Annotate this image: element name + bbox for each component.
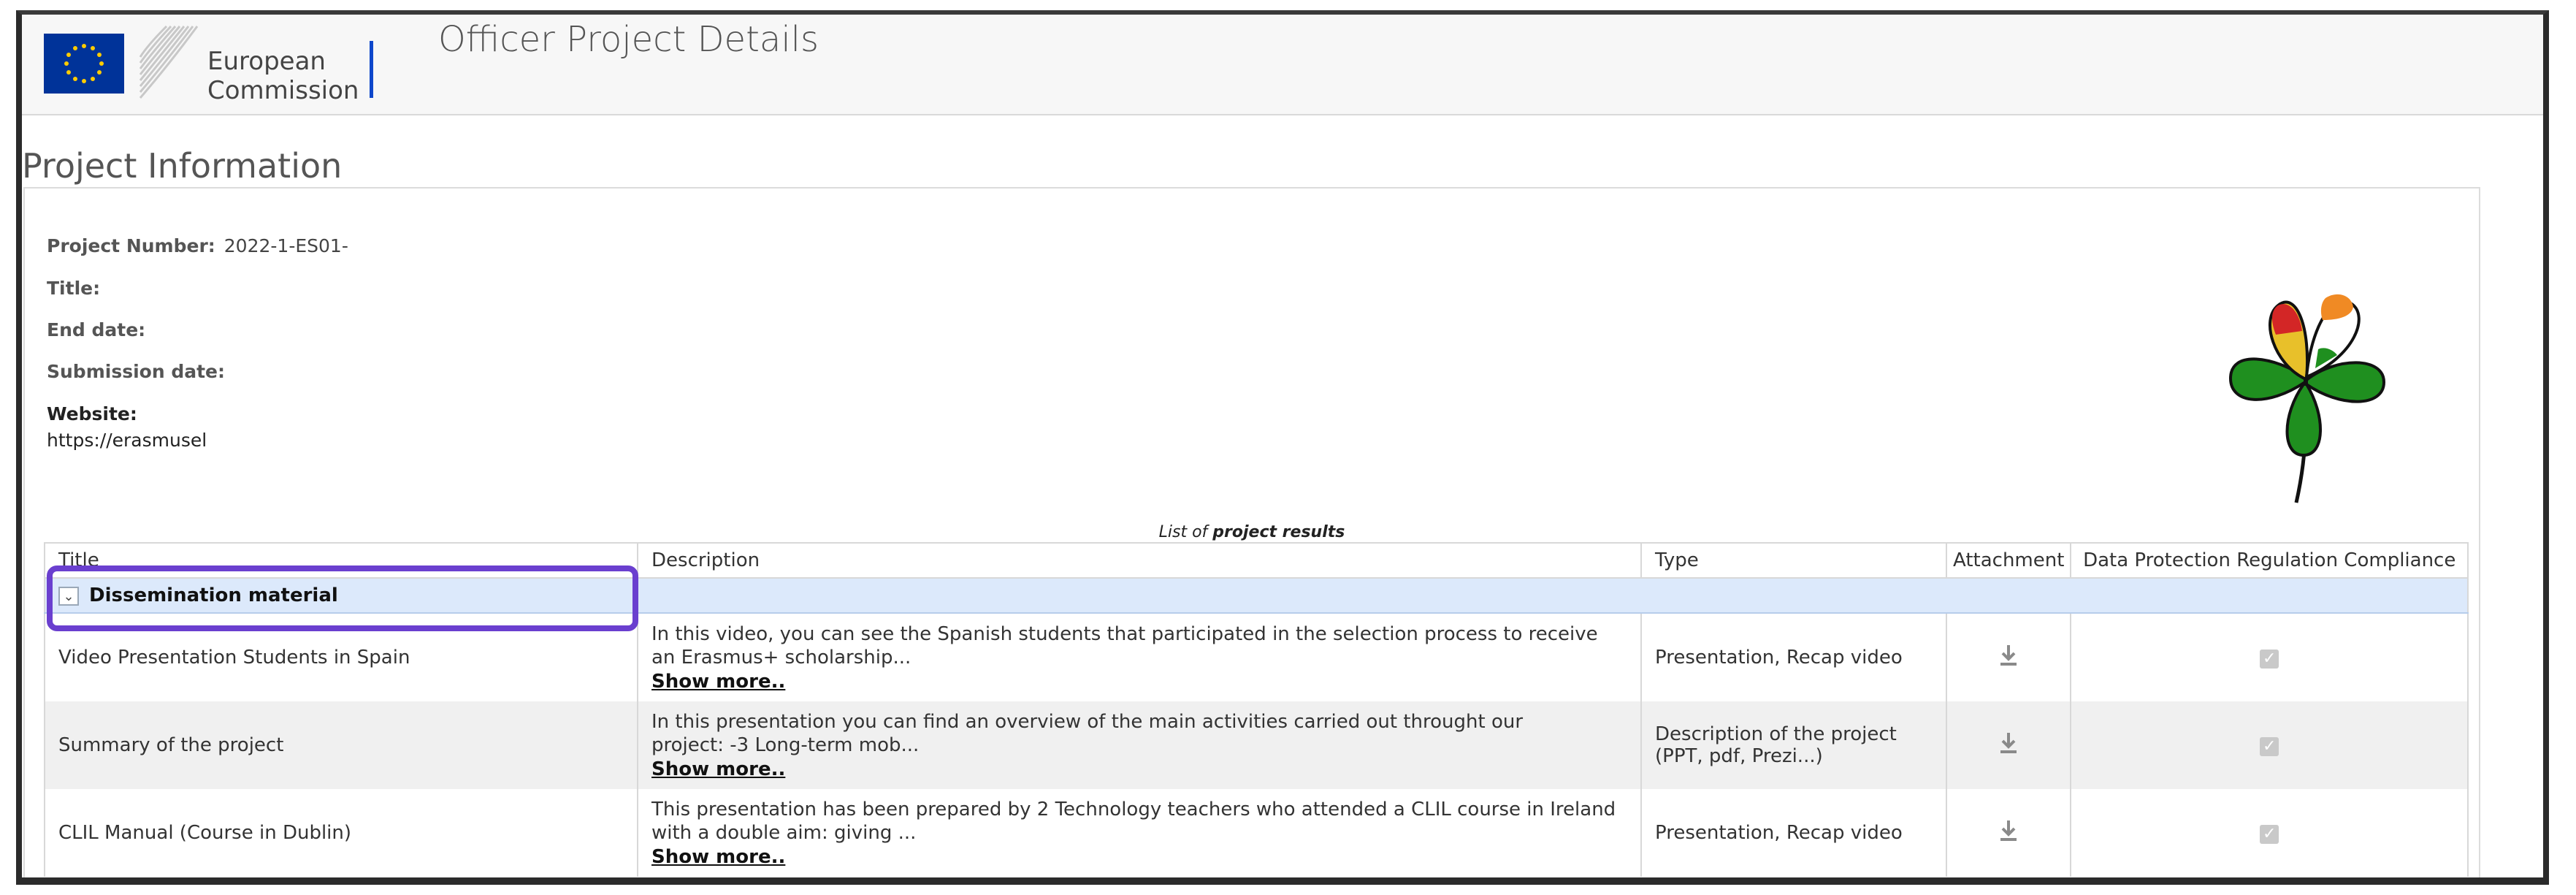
cell-title: Summary of the project [44, 701, 638, 789]
column-header-description[interactable]: Description [637, 542, 1642, 579]
show-more-link[interactable]: Show more.. [651, 758, 785, 780]
caption-bold: project results [1212, 523, 1345, 541]
checkbox-checked-icon: ✓ [2260, 825, 2279, 844]
cell-description: This presentation has been prepared by 2… [637, 789, 1642, 877]
browser-frame: European Commission Officer Project Deta… [16, 10, 2549, 885]
cell-description: In this video, you can see the Spanish s… [637, 613, 1642, 701]
logo-line-1: European [207, 47, 326, 76]
cell-compliance: ✓ [2070, 613, 2469, 701]
title-label: Title: [47, 278, 101, 299]
caption-prefix: List of [1158, 523, 1213, 541]
cell-compliance: ✓ [2070, 701, 2469, 789]
submission-date-row: Submission date: [47, 361, 225, 382]
cell-title: CLIL Manual (Course in Dublin) [44, 789, 638, 877]
site-header: European Commission Officer Project Deta… [22, 15, 2543, 115]
download-icon[interactable] [1998, 644, 2019, 667]
cell-title: Video Presentation Students in Spain [44, 613, 638, 701]
section-title: Project Information [22, 146, 343, 186]
column-header-type[interactable]: Type [1640, 542, 1947, 579]
cell-attachment [1945, 613, 2072, 701]
show-more-link[interactable]: Show more.. [651, 671, 785, 693]
cell-attachment [1945, 701, 2072, 789]
ec-logo-text: European Commission [207, 47, 359, 105]
eu-flag-icon [44, 34, 124, 94]
description-text: In this video, you can see the Spanish s… [651, 623, 1598, 669]
website-link[interactable]: https://erasmusel [47, 430, 207, 451]
results-table-caption: List of project results [25, 523, 2479, 541]
download-icon[interactable] [1998, 731, 2019, 755]
table-header-row: Title Description Type Attachment Data P… [44, 542, 2469, 579]
cell-type: Description of the project (PPT, pdf, Pr… [1640, 701, 1947, 789]
group-label: Dissemination material [89, 584, 338, 606]
cell-type: Presentation, Recap video [1640, 789, 1947, 877]
checkbox-checked-icon: ✓ [2260, 737, 2279, 756]
cell-description: In this presentation you can find an ove… [637, 701, 1642, 789]
download-icon[interactable] [1998, 819, 2019, 842]
page-title: Officer Project Details [438, 19, 819, 60]
description-text: In this presentation you can find an ove… [651, 711, 1589, 756]
website-label: Website: [47, 403, 137, 424]
commission-building-icon [139, 22, 199, 101]
cell-attachment [1945, 789, 2072, 877]
column-header-title[interactable]: Title [44, 542, 638, 579]
column-header-data-protection[interactable]: Data Protection Regulation Compliance [2070, 542, 2469, 579]
project-info-panel: Project Number: 2022-1-ES01- Title: End d… [23, 187, 2480, 877]
logo-divider [370, 41, 373, 98]
logo-line-2: Commission [207, 76, 359, 105]
group-row-dissemination[interactable]: ⌄ Dissemination material [44, 578, 2469, 614]
submission-date-label: Submission date: [47, 361, 225, 382]
table-row: Video Presentation Students in Spain In … [44, 613, 2469, 701]
title-row: Title: [47, 278, 100, 299]
checkbox-checked-icon: ✓ [2260, 650, 2279, 669]
end-date-row: End date: [47, 319, 145, 340]
column-header-attachment[interactable]: Attachment [1945, 542, 2072, 579]
group-cell[interactable]: ⌄ Dissemination material [44, 578, 2469, 614]
table-row: CLIL Manual (Course in Dublin) This pres… [44, 789, 2469, 877]
cell-type: Presentation, Recap video [1640, 613, 1947, 701]
project-number-row: Project Number: 2022-1-ES01- [47, 235, 348, 256]
end-date-label: End date: [47, 319, 146, 340]
website-row: Website: [47, 403, 137, 424]
cell-compliance: ✓ [2070, 789, 2469, 877]
project-results-table: Title Description Type Attachment Data P… [44, 542, 2469, 877]
project-logo-clover-icon [2209, 247, 2413, 510]
show-more-link[interactable]: Show more.. [651, 846, 785, 868]
description-text: This presentation has been prepared by 2… [651, 799, 1616, 844]
project-number-label: Project Number: [47, 235, 215, 256]
chevron-down-icon[interactable]: ⌄ [58, 586, 79, 606]
project-number-value: 2022-1-ES01- [223, 235, 348, 256]
table-row: Summary of the project In this presentat… [44, 701, 2469, 789]
